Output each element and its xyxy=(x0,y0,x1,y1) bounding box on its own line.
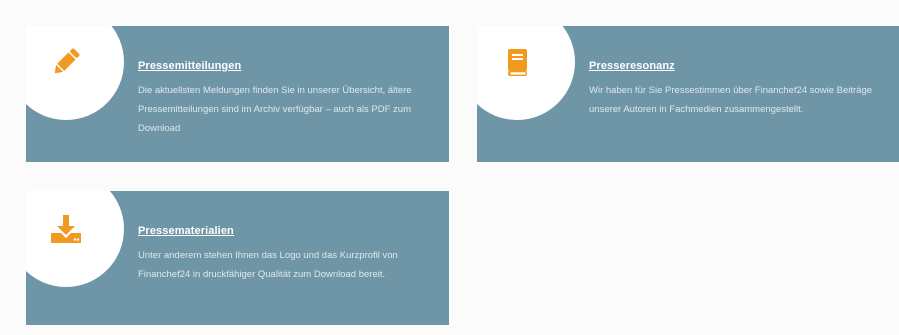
press-section: Pressemitteilungen Die aktuellsten Meldu… xyxy=(0,0,899,335)
icon-circle xyxy=(477,26,575,120)
press-card-pressemitteilungen[interactable]: Pressemitteilungen Die aktuellsten Meldu… xyxy=(26,26,449,162)
card-body: Pressemitteilungen Die aktuellsten Meldu… xyxy=(138,56,435,138)
card-title-link[interactable]: Pressemitteilungen xyxy=(138,60,241,72)
book-icon xyxy=(508,49,527,76)
card-description: Wir haben für Sie Pressestimmen über Fin… xyxy=(589,85,873,115)
card-description: Unter anderem stehen Ihnen das Logo und … xyxy=(138,250,398,280)
press-card-pressematerialien[interactable]: Pressematerialien Unter anderem stehen I… xyxy=(26,191,449,325)
pencil-icon xyxy=(54,48,80,74)
press-card-presseresonanz[interactable]: Presseresonanz Wir haben für Sie Presses… xyxy=(477,26,899,162)
icon-circle xyxy=(26,26,124,120)
card-title-link[interactable]: Presseresonanz xyxy=(589,60,675,72)
icon-circle xyxy=(26,191,124,287)
card-title-link[interactable]: Pressematerialien xyxy=(138,225,234,237)
card-body: Pressematerialien Unter anderem stehen I… xyxy=(138,221,435,284)
card-description: Die aktuellsten Meldungen finden Sie in … xyxy=(138,85,412,134)
download-icon xyxy=(51,215,81,243)
card-body: Presseresonanz Wir haben für Sie Presses… xyxy=(589,56,885,119)
